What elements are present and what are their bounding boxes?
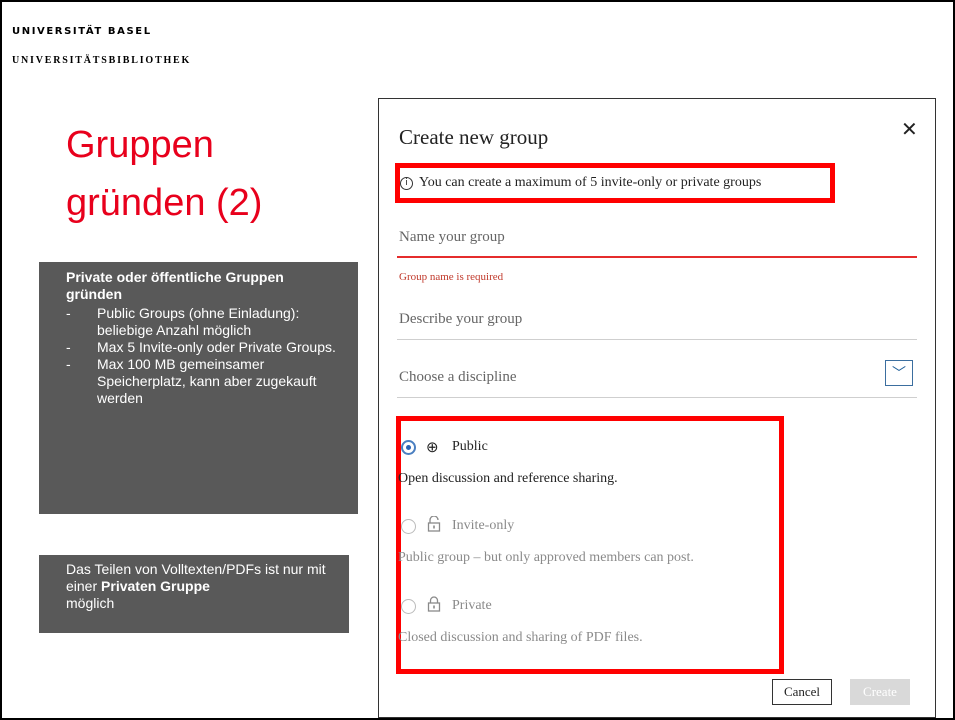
option-invite-only-label: Invite-only [452, 518, 515, 533]
radio-public[interactable] [401, 440, 416, 455]
lock-icon [427, 596, 441, 616]
info-box-groups: Private oder öffentliche Gruppen gründen… [39, 262, 358, 514]
lock-open-icon [427, 515, 441, 536]
group-name-error: Group name is required [399, 271, 504, 283]
option-public-label: Public [452, 439, 488, 454]
create-group-dialog: Create new group ✕ i You can create a max… [378, 98, 936, 718]
discipline-underline [397, 397, 917, 398]
list-item-text: Max 100 MB gemeinsamer Speicherplatz, ka… [97, 356, 317, 406]
discipline-select[interactable]: Choose a discipline [399, 369, 917, 386]
info-message: i You can create a maximum of 5 invite-on… [400, 175, 761, 191]
group-description-input[interactable]: Describe your group [399, 311, 917, 328]
info-icon: i [400, 177, 413, 190]
option-private-description: Closed discussion and sharing of PDF fil… [398, 630, 643, 645]
group-description-underline [397, 339, 917, 340]
slide-title-line1: Gruppen [66, 124, 214, 166]
globe-icon: ⊕ [426, 439, 439, 456]
radio-invite-only[interactable] [401, 519, 416, 534]
dialog-title: Create new group [399, 125, 549, 149]
university-name: UNIVERSITÄT BASEL [12, 26, 152, 37]
slide-title: Gruppen gründen (2) [66, 116, 366, 232]
info-box-heading: Private oder öffentliche Gruppen gründen [66, 269, 346, 303]
group-name-input[interactable]: Name your group [399, 229, 917, 246]
info-message-text: You can create a maximum of 5 invite-onl… [419, 175, 762, 190]
close-icon[interactable]: ✕ [901, 117, 918, 142]
group-name-underline [397, 256, 917, 258]
pdf-note-text-end: möglich [66, 595, 115, 611]
list-item: - Max 100 MB gemeinsamer Speicherplatz, k… [66, 356, 317, 406]
create-button[interactable]: Create [850, 679, 910, 705]
option-public-description: Open discussion and reference sharing. [398, 471, 618, 486]
list-item-text: Public Groups (ohne Einladung): beliebig… [97, 305, 300, 338]
list-item: - Public Groups (ohne Einladung): beliebi… [66, 305, 300, 338]
option-private-label: Private [452, 598, 492, 613]
pdf-note-bold: Privaten Gruppe [101, 578, 210, 594]
slide-title-line2: gründen (2) [66, 182, 263, 224]
info-box-heading-line1: Private oder öffentliche Gruppen [66, 269, 284, 285]
list-item-text: Max 5 Invite-only oder Private Groups. [97, 339, 336, 355]
chevron-down-icon[interactable]: ﹀ [885, 360, 913, 386]
list-item: - Max 5 Invite-only oder Private Groups. [66, 339, 336, 355]
radio-private[interactable] [401, 599, 416, 614]
info-box-heading-line2: gründen [66, 286, 122, 302]
info-box-pdf-sharing: Das Teilen von Volltexten/PDFs ist nur m… [39, 555, 349, 633]
info-box-list: - Public Groups (ohne Einladung): beliebi… [66, 305, 346, 407]
cancel-button[interactable]: Cancel [772, 679, 832, 705]
library-name: UNIVERSITÄTSBIBLIOTHEK [12, 55, 192, 66]
option-invite-only-description: Public group – but only approved members… [398, 550, 694, 565]
